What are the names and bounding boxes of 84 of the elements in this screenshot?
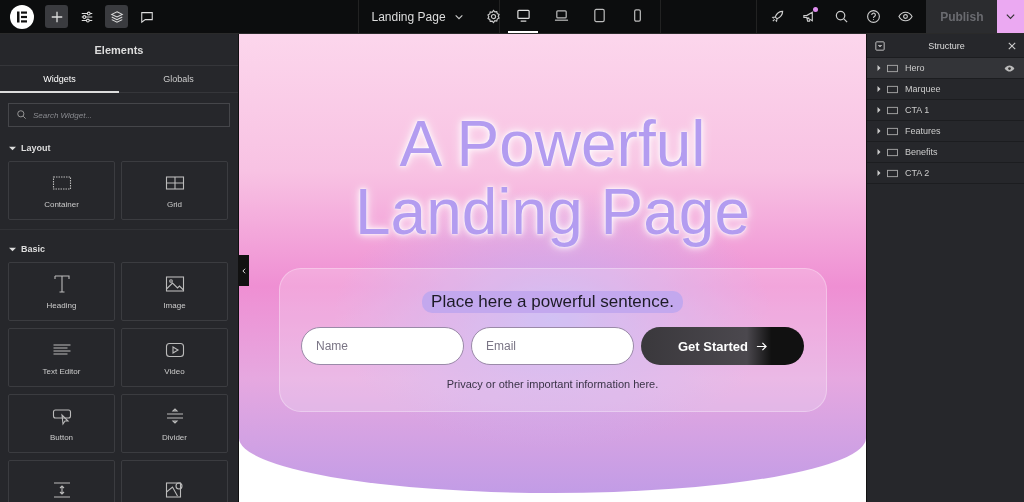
tablet-icon xyxy=(592,8,607,23)
privacy-note: Privacy or other important information here. xyxy=(446,378,659,390)
desktop-icon xyxy=(516,8,531,23)
panel-title: Structure xyxy=(927,41,966,51)
map-pin-icon xyxy=(164,479,185,500)
widget-card[interactable]: Text Editor xyxy=(8,328,115,387)
rocket-icon xyxy=(770,9,786,24)
structure-label: Benefits xyxy=(905,147,939,157)
eye-icon[interactable] xyxy=(1004,62,1015,74)
speech-bubble-icon xyxy=(139,9,154,24)
plus-icon xyxy=(49,9,64,24)
structure-label: Features xyxy=(905,126,942,136)
caret-icon xyxy=(9,144,16,152)
image-icon xyxy=(164,273,185,294)
container-icon xyxy=(887,84,898,94)
widget-label: Video xyxy=(164,366,185,376)
caret-icon[interactable] xyxy=(876,170,882,176)
widget-label: Text Editor xyxy=(42,366,81,376)
structure-label: Hero xyxy=(905,63,926,73)
widget-card[interactable]: Container xyxy=(8,161,115,220)
eye-icon xyxy=(898,9,914,24)
structure-item[interactable]: CTA 1 xyxy=(867,100,1024,121)
help-icon xyxy=(866,9,882,24)
heading-icon xyxy=(51,273,72,294)
widget-card[interactable]: Button xyxy=(8,394,115,453)
caret-icon[interactable] xyxy=(876,65,882,71)
structure-label: CTA 2 xyxy=(905,168,931,178)
layers-icon xyxy=(109,9,124,24)
widget-label: Heading xyxy=(46,300,77,310)
widget-card[interactable]: Heading xyxy=(8,262,115,321)
widget-label: Divider xyxy=(162,432,187,442)
container-icon xyxy=(887,168,898,178)
caret-icon[interactable] xyxy=(876,149,882,155)
laptop-icon xyxy=(554,8,569,23)
chevron-down-icon xyxy=(1005,11,1017,22)
caret-icon xyxy=(9,245,16,253)
layers-button[interactable] xyxy=(105,5,128,28)
email-field[interactable]: Email xyxy=(471,327,634,365)
container-icon xyxy=(887,126,898,136)
container-icon xyxy=(887,147,898,157)
structure-item[interactable]: Marquee xyxy=(867,79,1024,100)
hero-subheading: Place here a powerful sentence. xyxy=(422,291,683,313)
structure-item[interactable]: Hero xyxy=(867,58,1024,79)
logo-icon[interactable] xyxy=(10,4,34,29)
structure-label: Marquee xyxy=(905,84,942,94)
collapse-icon[interactable] xyxy=(875,41,885,51)
widget-label: Container xyxy=(44,199,79,209)
widget-card[interactable]: Image xyxy=(121,262,228,321)
panel-tab[interactable]: Widgets xyxy=(0,66,119,93)
widget-label: Button xyxy=(49,432,74,442)
caret-icon[interactable] xyxy=(876,128,882,134)
page-title[interactable]: Landing Page xyxy=(371,9,446,24)
search-icon xyxy=(834,9,850,24)
section-header[interactable]: Basic xyxy=(0,238,238,262)
search-icon xyxy=(16,109,27,120)
structure-item[interactable]: Benefits xyxy=(867,142,1024,163)
close-icon[interactable] xyxy=(1008,42,1016,50)
structure-item[interactable]: CTA 2 xyxy=(867,163,1024,184)
section-header[interactable]: Layout xyxy=(0,137,238,161)
sliders-icon xyxy=(79,9,94,24)
panel-tab[interactable]: Globals xyxy=(119,66,238,93)
widget-card[interactable]: Video xyxy=(121,328,228,387)
caret-icon[interactable] xyxy=(876,107,882,113)
widget-card[interactable]: Divider xyxy=(121,394,228,453)
structure-label: CTA 1 xyxy=(905,105,931,115)
widget-card[interactable]: Grid xyxy=(121,161,228,220)
hero-heading: A Powerful Landing Page xyxy=(354,110,751,246)
panel-title: Elements xyxy=(0,34,238,66)
notification-dot xyxy=(813,7,819,12)
settings-icon[interactable] xyxy=(485,9,501,24)
widget-label: Grid xyxy=(166,199,183,209)
container-icon xyxy=(887,105,898,115)
name-field[interactable]: Name xyxy=(301,327,464,365)
caret-icon[interactable] xyxy=(876,86,882,92)
widget-card[interactable] xyxy=(121,460,228,502)
search-field[interactable]: Search Widget... xyxy=(8,103,230,127)
get-started-button[interactable]: Get Started xyxy=(641,327,804,365)
widget-label: Image xyxy=(163,300,186,310)
add-button[interactable] xyxy=(45,5,68,28)
chevron-left-icon xyxy=(241,267,247,274)
spacer-icon xyxy=(51,479,72,500)
container-icon xyxy=(887,63,898,73)
arrow-right-icon xyxy=(756,340,768,352)
structure-item[interactable]: Features xyxy=(867,121,1024,142)
